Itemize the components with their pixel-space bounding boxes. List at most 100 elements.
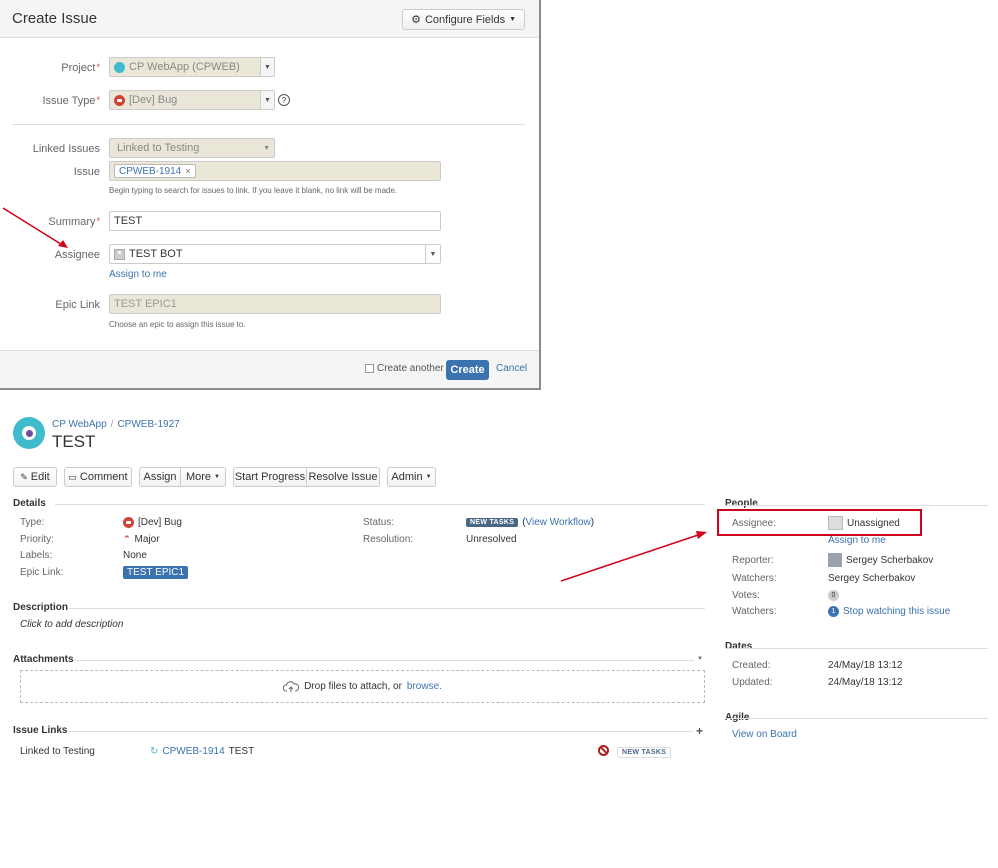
chevron-down-icon: ▼ [260,58,274,76]
description-placeholder[interactable]: Click to add description [20,619,123,630]
linked-issues-select[interactable]: Linked to Testing ▼ [109,138,275,158]
watching-value[interactable]: 1 Stop watching this issue [828,606,950,617]
watching-label: Watchers: [732,606,777,617]
priority-label: Priority: [20,534,54,545]
priority-major-icon: ⌃ [123,534,131,544]
chevron-down-icon: ▼ [214,474,220,480]
annotation-arrow [560,531,707,582]
description-heading: Description [13,602,69,613]
breadcrumb: CP WebApp / CPWEB-1927 [52,419,180,430]
summary-input[interactable]: TEST [109,211,441,231]
create-another-option[interactable]: Create another [365,363,444,374]
comment-button[interactable]: ▭ Comment [64,467,132,487]
create-button[interactable]: Create [446,360,489,380]
linked-issue[interactable]: ↻ CPWEB-1914 TEST [150,746,254,757]
resolution-value: Unresolved [466,534,517,545]
project-label: Project* [61,62,100,74]
view-on-board-link[interactable]: View on Board [732,729,797,740]
linked-issue-summary: TEST [228,746,255,757]
project-select[interactable]: CP WebApp (CPWEB) ▼ [109,57,275,77]
add-link-icon[interactable]: + [696,724,703,738]
chevron-down-icon: ▼ [425,474,432,480]
type-label: Type: [20,517,45,528]
story-icon: ↻ [150,746,159,757]
details-heading: Details [13,498,46,509]
epic-tag[interactable]: TEST EPIC1 [123,566,189,579]
chevron-down-icon: ▼ [509,16,516,23]
linked-issue-key[interactable]: CPWEB-1914 [162,746,224,757]
pencil-icon: ✎ [20,471,28,482]
create-another-checkbox[interactable] [365,364,374,373]
gear-icon: ⚙ [411,14,421,26]
dialog-header: Create Issue ⚙ Configure Fields ▼ [0,0,539,38]
bug-icon [114,94,125,106]
create-another-label: Create another [377,363,444,374]
details-divider [55,504,705,505]
assign-button[interactable]: Assign [139,467,181,487]
epic-link-label: Epic Link [55,299,100,311]
assign-to-me-link[interactable]: Assign to me [109,269,167,280]
comment-icon: ▭ [68,471,77,482]
blocked-icon [598,745,609,756]
epic-link-field-value[interactable]: TEST EPIC1 [123,566,189,579]
bug-icon [123,517,134,528]
cancel-link[interactable]: Cancel [496,363,527,374]
dialog-divider [12,124,525,125]
status-label: Status: [363,517,395,528]
stop-watching-link[interactable]: Stop watching this issue [843,606,950,617]
issue-chip: CPWEB-1914 × [114,164,196,178]
attachments-divider [74,660,694,661]
agile-divider [725,718,988,719]
breadcrumb-separator: / [110,419,114,430]
issue-picker[interactable]: CPWEB-1914 × [109,161,441,181]
user-avatar-icon [828,553,842,567]
issue-title: TEST [52,432,96,451]
reporter-label: Reporter: [732,555,774,566]
admin-button[interactable]: Admin ▼ [387,467,436,487]
issue-label: Issue [73,166,100,178]
user-avatar-icon [114,248,125,260]
summary-value: TEST [114,215,143,227]
cloud-upload-icon [283,680,300,692]
description-divider [69,608,705,609]
annotation-highlight-box [717,509,922,536]
attachment-dropzone[interactable]: Drop files to attach, or browse. [20,670,705,703]
more-button[interactable]: More ▼ [180,467,226,487]
updated-label: Updated: [732,677,773,688]
issue-hint: Begin typing to search for issues to lin… [109,186,398,195]
epic-link-input[interactable]: TEST EPIC1 [109,294,441,314]
reporter-value: Sergey Scherbakov [828,553,933,567]
assignee-select[interactable]: TEST BOT ▼ [109,244,441,264]
project-value: CP WebApp (CPWEB) [129,61,240,73]
people-divider [725,505,988,506]
edit-button[interactable]: ✎ Edit [13,467,57,487]
linked-issues-label: Linked Issues [32,143,100,155]
created-label: Created: [732,660,771,671]
epic-link-field-label: Epic Link: [20,567,64,578]
issue-type-value: [Dev] Bug [129,94,178,106]
help-icon[interactable]: ? [278,94,290,106]
watch-count-badge: 1 [828,606,839,617]
assign-to-me-link[interactable]: Assign to me [828,535,886,546]
priority-value: ⌃ Major [123,534,160,545]
status-lozenge: NEW TASKS [466,518,519,527]
chevron-down-icon: ▼ [425,245,440,263]
chevron-down-icon: ▼ [263,144,270,152]
attachments-heading: Attachments [13,654,74,665]
issue-links-heading: Issue Links [13,725,68,736]
created-value: 24/May/18 13:12 [828,660,903,671]
chevron-down-icon[interactable]: ▼ [697,656,703,662]
issue-type-select[interactable]: [Dev] Bug ▼ [109,90,275,110]
breadcrumb-project[interactable]: CP WebApp [52,419,107,430]
epic-link-hint: Choose an epic to assign this issue to. [109,320,246,329]
issue-links-divider [68,731,693,732]
dates-divider [725,648,988,649]
configure-fields-button[interactable]: ⚙ Configure Fields ▼ [402,9,525,30]
start-progress-button[interactable]: Start Progress [233,467,307,487]
browse-link[interactable]: browse. [407,681,442,692]
resolve-issue-button[interactable]: Resolve Issue [306,467,380,487]
breadcrumb-issue-key[interactable]: CPWEB-1927 [117,419,179,430]
votes-value[interactable]: 0 [828,590,839,601]
resolution-label: Resolution: [363,534,414,545]
remove-chip-icon[interactable]: × [185,166,190,176]
